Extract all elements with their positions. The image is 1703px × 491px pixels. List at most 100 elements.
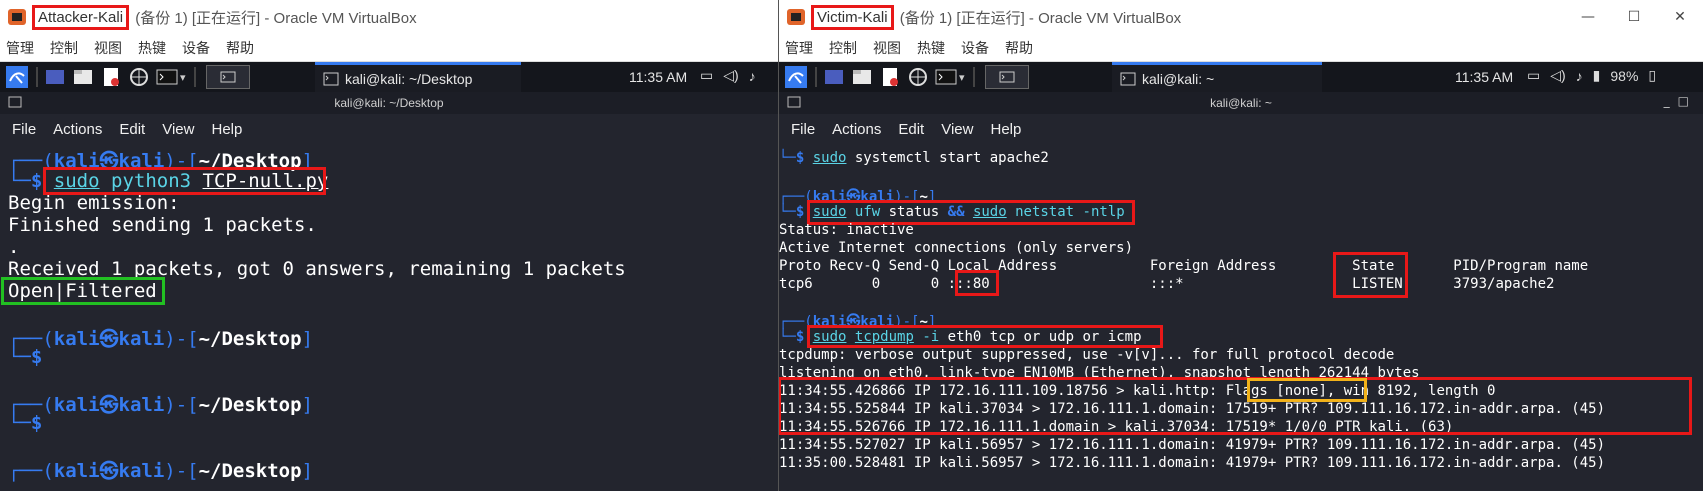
terminal-menu-actions[interactable]: Actions	[832, 121, 881, 138]
menu-view[interactable]: 视图	[94, 38, 122, 58]
virtualbox-icon	[787, 9, 805, 25]
system-tray: ▭ ◁) ♪	[700, 67, 756, 84]
show-desktop-button[interactable]	[984, 65, 1029, 89]
netstat-header: Proto Recv-Q Send-Q Local Address Foreig…	[779, 258, 1589, 274]
menu-hotkey[interactable]: 热键	[138, 38, 166, 58]
terminal-launcher-icon[interactable]	[935, 66, 957, 88]
taskbar-item-terminal[interactable]: kali@kali: ~	[1112, 62, 1322, 92]
terminal-output[interactable]: └─$ sudo systemctl start apache2 ┌──(kal…	[779, 144, 1703, 491]
display-icon[interactable]: ▭	[1527, 67, 1540, 84]
panel-separator	[193, 67, 196, 87]
terminal-menu-file[interactable]: File	[12, 121, 36, 138]
menu-control[interactable]: 控制	[829, 38, 857, 58]
prompt-header: ┌──(kali㉿kali)-[~/Desktop]	[8, 394, 314, 416]
terminal-menu-help[interactable]: Help	[990, 121, 1021, 138]
kali-menu-icon[interactable]	[785, 66, 807, 88]
terminal-menu-help[interactable]: Help	[211, 121, 242, 138]
terminal-launcher-icon[interactable]	[156, 66, 178, 88]
vbox-title-bar[interactable]: Victim-Kali (备份 1) [正在运行] - Oracle VM Vi…	[779, 0, 1703, 34]
victim-vm-window: Victim-Kali (备份 1) [正在运行] - Oracle VM Vi…	[778, 0, 1703, 491]
command-line: └─$	[8, 412, 43, 434]
terminal-menu-view[interactable]: View	[941, 121, 973, 138]
virtualbox-icon	[8, 9, 26, 25]
battery-icon[interactable]: ▮	[1593, 67, 1601, 84]
browser-icon[interactable]	[907, 66, 929, 88]
browser-icon[interactable]	[128, 66, 150, 88]
panel-separator	[815, 67, 817, 87]
panel-separator	[972, 67, 975, 87]
tcpdump-info: tcpdump: verbose output suppressed, use …	[779, 347, 1395, 363]
menu-view[interactable]: 视图	[873, 38, 901, 58]
panel-clock[interactable]: 11:35 AM	[1455, 69, 1513, 85]
vbox-menu-bar: 管理 控制 视图 热键 设备 帮助	[0, 34, 778, 62]
menu-devices[interactable]: 设备	[961, 38, 989, 58]
terminal-title-bar[interactable]: kali@kali: ~/Desktop	[0, 92, 778, 114]
menu-help[interactable]: 帮助	[1005, 38, 1033, 58]
terminal-title: kali@kali: ~/Desktop	[334, 96, 444, 110]
maximize-icon[interactable]: ☐	[1611, 0, 1657, 34]
terminal-icon	[8, 96, 22, 108]
chevron-down-icon[interactable]: ▾	[959, 71, 965, 84]
close-icon[interactable]: ✕	[1657, 0, 1703, 34]
netstat-title: Active Internet connections (only server…	[779, 240, 1134, 256]
terminal-output[interactable]: ┌──(kali㉿kali)-[~/Desktop] └─$ sudo pyth…	[0, 144, 778, 491]
files-icon[interactable]	[72, 66, 94, 88]
terminal-icon	[323, 72, 339, 85]
menu-devices[interactable]: 设备	[182, 38, 210, 58]
minimize-icon[interactable]: —	[1565, 0, 1611, 34]
terminal-menu-actions[interactable]: Actions	[53, 121, 102, 138]
terminal-title-bar[interactable]: kali@kali: ~ _□	[779, 92, 1703, 114]
terminal-icon	[1120, 72, 1136, 85]
workspace-icon[interactable]	[823, 66, 845, 88]
terminal-menu-edit[interactable]: Edit	[898, 121, 924, 138]
terminal-menu-file[interactable]: File	[791, 121, 815, 138]
text-editor-icon[interactable]	[879, 66, 901, 88]
packet-line: 11:35:00.528481 IP kali.56957 > 172.16.1…	[779, 455, 1606, 471]
chevron-down-icon[interactable]: ▾	[180, 71, 186, 84]
display-icon[interactable]: ▭	[700, 67, 713, 84]
volume-icon[interactable]: ◁)	[1550, 67, 1565, 84]
xfce-panel: ▾ kali@kali: ~/Desktop 11:35 AM ▭ ◁) ♪	[0, 62, 778, 92]
terminal-menu-view[interactable]: View	[162, 121, 194, 138]
menu-help[interactable]: 帮助	[226, 38, 254, 58]
taskbar-item-terminal[interactable]: kali@kali: ~/Desktop	[315, 62, 521, 92]
power-icon[interactable]: ▯	[1648, 67, 1656, 84]
menu-hotkey[interactable]: 热键	[917, 38, 945, 58]
battery-level: 98%	[1610, 67, 1639, 84]
notification-bell-icon[interactable]: ♪	[1576, 68, 1583, 84]
panel-clock[interactable]: 11:35 AM	[629, 69, 687, 85]
packet-line: 11:34:55.527027 IP kali.56957 > 172.16.1…	[779, 437, 1606, 453]
vm-name: Attacker-Kali	[32, 4, 130, 30]
output-dot: .	[8, 236, 20, 258]
terminal-window-controls[interactable]: _□	[1664, 94, 1697, 108]
files-icon[interactable]	[851, 66, 873, 88]
command-line: └─$ sudo systemctl start apache2	[779, 150, 1049, 166]
netstat-row: tcp6 0 0 :::80 :::* LISTEN 3793/apache2	[779, 276, 1555, 292]
menu-control[interactable]: 控制	[50, 38, 78, 58]
kali-menu-icon[interactable]	[6, 66, 28, 88]
attacker-vm-window: Attacker-Kali (备份 1) [正在运行] - Oracle VM …	[0, 0, 778, 491]
show-desktop-button[interactable]	[205, 65, 250, 89]
result-highlight-box	[1, 277, 165, 305]
terminal-menu-edit[interactable]: Edit	[119, 121, 145, 138]
volume-icon[interactable]: ◁)	[723, 67, 738, 84]
vm-name: Victim-Kali	[811, 4, 894, 30]
taskbar-item-label: kali@kali: ~	[1142, 70, 1215, 87]
state-highlight-box	[1333, 252, 1408, 298]
menu-manage[interactable]: 管理	[6, 38, 34, 58]
vbox-title-bar[interactable]: Attacker-Kali (备份 1) [正在运行] - Oracle VM …	[0, 0, 778, 34]
terminal-icon	[787, 96, 801, 108]
xfce-panel: ▾ kali@kali: ~ 11:35 AM ▭ ◁) ♪ ▮ 98% ▯	[779, 62, 1703, 92]
window-title: (备份 1) [正在运行] - Oracle VM VirtualBox	[895, 9, 1182, 27]
vbox-menu-bar: 管理 控制 视图 热键 设备 帮助	[779, 34, 1703, 62]
packets-highlight-box	[779, 377, 1692, 435]
menu-manage[interactable]: 管理	[785, 38, 813, 58]
system-tray: ▭ ◁) ♪ ▮ 98% ▯	[1527, 67, 1656, 84]
output-begin: Begin emission:	[8, 192, 180, 214]
command-highlight-box	[807, 325, 1163, 348]
terminal-title: kali@kali: ~	[1210, 96, 1272, 110]
workspace-icon[interactable]	[44, 66, 66, 88]
terminal-menu-bar: File Actions Edit View Help	[0, 114, 778, 144]
notification-bell-icon[interactable]: ♪	[749, 68, 756, 84]
text-editor-icon[interactable]	[100, 66, 122, 88]
